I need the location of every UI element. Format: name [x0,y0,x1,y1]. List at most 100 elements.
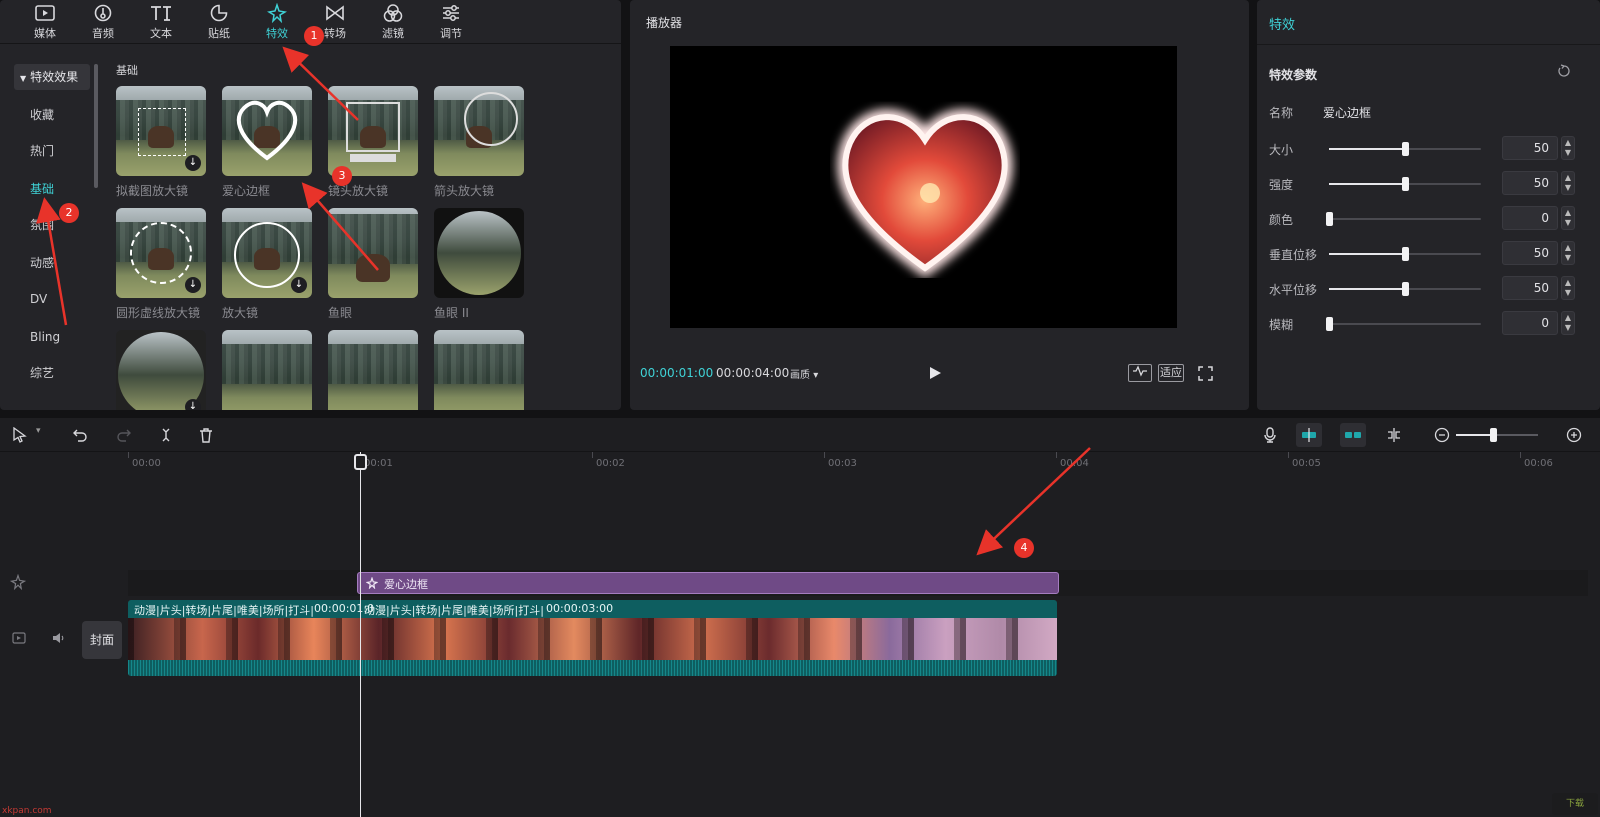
slider-handle[interactable] [1402,282,1409,296]
sidebar-item-basic[interactable]: 基础 [14,176,90,202]
tab-filter[interactable]: 滤镜 [364,0,422,44]
sidebar-item-hot[interactable]: 热门 [14,138,90,164]
effect-card-fisheye[interactable]: 鱼眼 [328,208,418,321]
tab-effects[interactable]: 特效 [248,0,306,44]
effect-name-label: 名称 [1269,106,1294,120]
tab-label: 调节 [440,27,462,40]
select-tool-icon[interactable] [12,427,28,443]
microphone-icon[interactable] [1262,427,1278,443]
play-icon[interactable] [928,366,942,380]
undo-icon[interactable] [72,427,88,443]
current-time: 00:00:01:00 [640,366,714,380]
linkage-toggle-button[interactable] [1340,423,1366,447]
tab-text[interactable]: 文本 [132,0,190,44]
effect-card[interactable] [434,330,524,410]
playhead-handle[interactable] [354,454,367,470]
param-value-input[interactable]: 0 [1502,311,1558,335]
tab-media[interactable]: 媒体 [16,0,74,44]
effect-card[interactable]: ↓ [116,330,206,410]
param-slider[interactable] [1329,282,1481,296]
zoom-slider[interactable] [1456,428,1538,442]
effect-card-magnifier[interactable]: ↓ 放大镜 [222,208,312,321]
sidebar-item-dynamic[interactable]: 动感 [14,250,90,276]
sidebar-item-dv[interactable]: DV [14,286,90,312]
stepper-icon[interactable]: ▲ ▼ [1561,206,1575,230]
video-clip[interactable]: 动漫|片头|转场|片尾|唯美|场所|打斗| 00:00:01:0 动漫|片头|转… [128,600,1057,676]
tab-audio[interactable]: 音频 [74,0,132,44]
sidebar-header-label: 特效效果 [30,70,79,84]
effect-card-label: 拟截图放大镜 [116,184,189,198]
effect-name-value: 爱心边框 [1323,106,1372,120]
preview-screen[interactable] [670,46,1177,328]
tab-sticker[interactable]: 贴纸 [190,0,248,44]
zoom-slider-handle[interactable] [1489,428,1497,442]
param-slider[interactable] [1329,247,1481,261]
param-value-input[interactable]: 50 [1502,241,1558,265]
fullscreen-icon[interactable] [1198,366,1213,381]
param-slider[interactable] [1326,212,1481,226]
effect-card-arrow-magnifier[interactable]: 箭头放大镜 [434,86,524,199]
sidebar-item-favorites[interactable]: 收藏 [14,102,90,128]
tab-adjust[interactable]: 调节 [422,0,480,44]
effect-card-screenshot-magnifier[interactable]: ↓ 拟截图放大镜 [116,86,206,199]
stepper-icon[interactable]: ▲ ▼ [1561,171,1575,195]
param-value-input[interactable]: 50 [1502,136,1558,160]
sidebar-header-effects[interactable]: ▼ 特效效果 [14,64,90,90]
param-value-input[interactable]: 50 [1502,276,1558,300]
redo-icon[interactable] [116,427,132,443]
chevron-down-icon[interactable]: ▾ [36,426,41,436]
sidebar-scrollbar[interactable] [94,64,98,188]
slider-handle[interactable] [1402,177,1409,191]
download-icon[interactable]: ↓ [185,277,201,293]
download-icon[interactable]: ↓ [185,155,201,171]
stepper-icon[interactable]: ▲ ▼ [1561,136,1575,160]
split-icon[interactable] [158,427,174,443]
stepper-icon[interactable]: ▲ ▼ [1561,276,1575,300]
download-icon[interactable]: ↓ [185,399,201,410]
param-value-input[interactable]: 0 [1502,206,1558,230]
effect-card-dashed-circle-magnifier[interactable]: ↓ 圆形虚线放大镜 [116,208,206,321]
speaker-icon[interactable] [52,632,66,644]
waveform-toggle-button[interactable] [1128,364,1152,382]
quality-dropdown[interactable]: 画质 ▾ [790,366,818,381]
param-slider[interactable] [1329,142,1481,156]
effect-thumbnail [328,330,418,410]
slider-handle[interactable] [1402,247,1409,261]
zoom-in-icon[interactable] [1566,427,1582,443]
slider-handle[interactable] [1326,317,1333,331]
slider-handle[interactable] [1326,212,1333,226]
effect-card-fisheye-2[interactable]: 鱼眼 II [434,208,524,321]
reset-icon[interactable] [1557,64,1571,78]
param-slider[interactable] [1329,177,1481,191]
effect-card-heart-border[interactable]: 爱心边框 [222,86,312,199]
param-label: 大小 [1269,143,1294,157]
cover-button[interactable]: 封面 [82,621,122,659]
sidebar-item-atmosphere[interactable]: 氛围 [14,212,90,238]
stepper-icon[interactable]: ▲ ▼ [1561,311,1575,335]
effect-card[interactable] [328,330,418,410]
video-clip-duration: 00:00:03:00 [546,602,614,615]
param-value-input[interactable]: 50 [1502,171,1558,195]
sidebar-item-bling[interactable]: Bling [14,324,90,350]
param-row-color: 颜色 0 ▲ ▼ [1257,206,1600,232]
player-panel: 播放器 00:00:01:00 00:00:04:00 画质 ▾ 适应 [630,0,1249,410]
effect-card[interactable] [222,330,312,410]
preview-axis-icon[interactable] [1386,427,1402,443]
video-track-icon[interactable] [12,632,26,644]
effect-clip-heart-border[interactable]: 爱心边框 [357,572,1059,594]
effect-card-label: 爱心边框 [222,184,271,198]
playhead-line[interactable] [360,452,361,817]
param-slider[interactable] [1326,317,1481,331]
sidebar-item-variety[interactable]: 综艺 [14,360,90,386]
snap-toggle-button[interactable] [1296,423,1322,447]
zoom-out-icon[interactable] [1434,427,1450,443]
stepper-icon[interactable]: ▲ ▼ [1561,241,1575,265]
delete-icon[interactable] [198,427,214,443]
caret-down-icon: ▾ [813,370,819,381]
timeline-ruler[interactable]: 00:00 00:01 00:02 00:03 00:04 00:05 00:0… [0,452,1600,474]
fit-button[interactable]: 适应 [1158,364,1184,382]
slider-handle[interactable] [1402,142,1409,156]
effect-thumbnail [434,86,524,176]
panel-tab-effects[interactable]: 特效 [1269,14,1295,33]
download-icon[interactable]: ↓ [291,277,307,293]
